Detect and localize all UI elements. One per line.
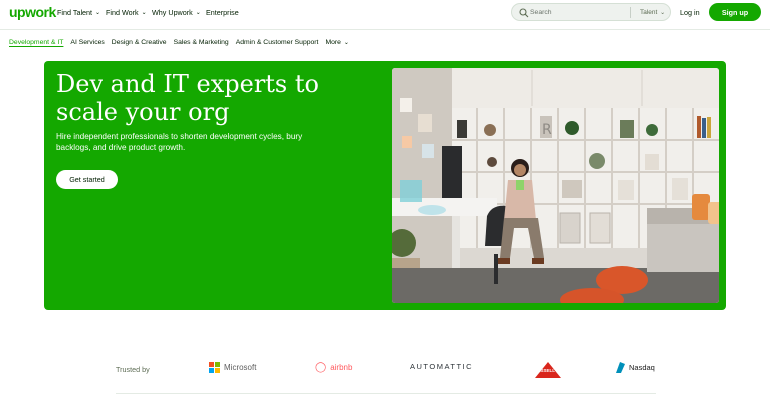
hero-subtext: Hire independent professionals to shorte… <box>56 132 303 152</box>
hero-headline: Dev and IT experts to scale your org <box>56 70 319 126</box>
search-scope-label: Talent <box>640 9 658 16</box>
category-ai-services[interactable]: AI Services <box>70 39 104 46</box>
microsoft-windows-icon <box>209 362 220 373</box>
office-illustration: R <box>392 68 719 303</box>
category-nav: Development & IT AI Services Design & Cr… <box>9 39 349 46</box>
signup-button[interactable]: Sign up <box>709 3 761 21</box>
airbnb-belo-icon: ◯ <box>315 362 327 373</box>
chevron-down-icon: ⌄ <box>660 10 666 16</box>
microsoft-wordmark: Microsoft <box>224 363 257 372</box>
nav-find-talent[interactable]: Find Talent ⌄ <box>57 8 100 17</box>
chevron-down-icon: ⌄ <box>95 10 101 16</box>
search-scope-select[interactable]: Talent ⌄ <box>640 9 665 16</box>
logos-divider <box>116 393 656 394</box>
upwork-logo[interactable]: upwork <box>9 4 56 20</box>
nav-why-upwork[interactable]: Why Upwork ⌄ <box>152 8 201 17</box>
automattic-logo: AUTOMATTIC <box>410 362 473 371</box>
nav-enterprise[interactable]: Enterprise <box>206 8 239 17</box>
nasdaq-mark-icon <box>616 362 625 373</box>
search-divider <box>630 7 631 18</box>
category-sales-marketing[interactable]: Sales & Marketing <box>174 39 229 46</box>
hero-photo: R <box>392 68 719 303</box>
chevron-down-icon: ⌄ <box>195 10 201 16</box>
category-development-it[interactable]: Development & IT <box>9 39 63 46</box>
search-icon <box>519 8 529 18</box>
svg-text:R: R <box>542 122 552 138</box>
category-admin-support[interactable]: Admin & Customer Support <box>236 39 319 46</box>
top-navbar: upwork Find Talent ⌄ Find Work ⌄ Why Upw… <box>0 0 770 26</box>
nasdaq-logo: Nasdaq <box>616 362 655 373</box>
automattic-wordmark: AUTOMATTIC <box>410 362 474 371</box>
chevron-down-icon: ⌄ <box>343 40 349 46</box>
get-started-button[interactable]: Get started <box>56 170 118 189</box>
bissell-logo: BISSELL <box>535 362 561 378</box>
category-more-label: More <box>325 39 341 46</box>
nasdaq-wordmark: Nasdaq <box>629 363 655 372</box>
trusted-by-label: Trusted by <box>116 365 150 374</box>
search-input[interactable]: Search <box>530 9 552 16</box>
airbnb-wordmark: airbnb <box>330 363 353 372</box>
airbnb-logo: ◯ airbnb <box>315 362 352 373</box>
header-divider <box>0 29 770 30</box>
bissell-wordmark: BISSELL <box>536 368 556 373</box>
nav-find-talent-label: Find Talent <box>57 8 93 17</box>
category-more[interactable]: More ⌄ <box>325 39 348 46</box>
nav-find-work-label: Find Work <box>106 8 139 17</box>
nav-why-upwork-label: Why Upwork <box>152 8 193 17</box>
login-link[interactable]: Log in <box>680 8 700 17</box>
hero-banner: Dev and IT experts to scale your org Hir… <box>44 61 726 310</box>
search-bar[interactable]: Search Talent ⌄ <box>511 3 671 21</box>
nav-find-work[interactable]: Find Work ⌄ <box>106 8 147 17</box>
chevron-down-icon: ⌄ <box>141 10 147 16</box>
microsoft-logo: Microsoft <box>209 362 256 373</box>
category-design-creative[interactable]: Design & Creative <box>112 39 167 46</box>
nav-enterprise-label: Enterprise <box>206 8 239 17</box>
